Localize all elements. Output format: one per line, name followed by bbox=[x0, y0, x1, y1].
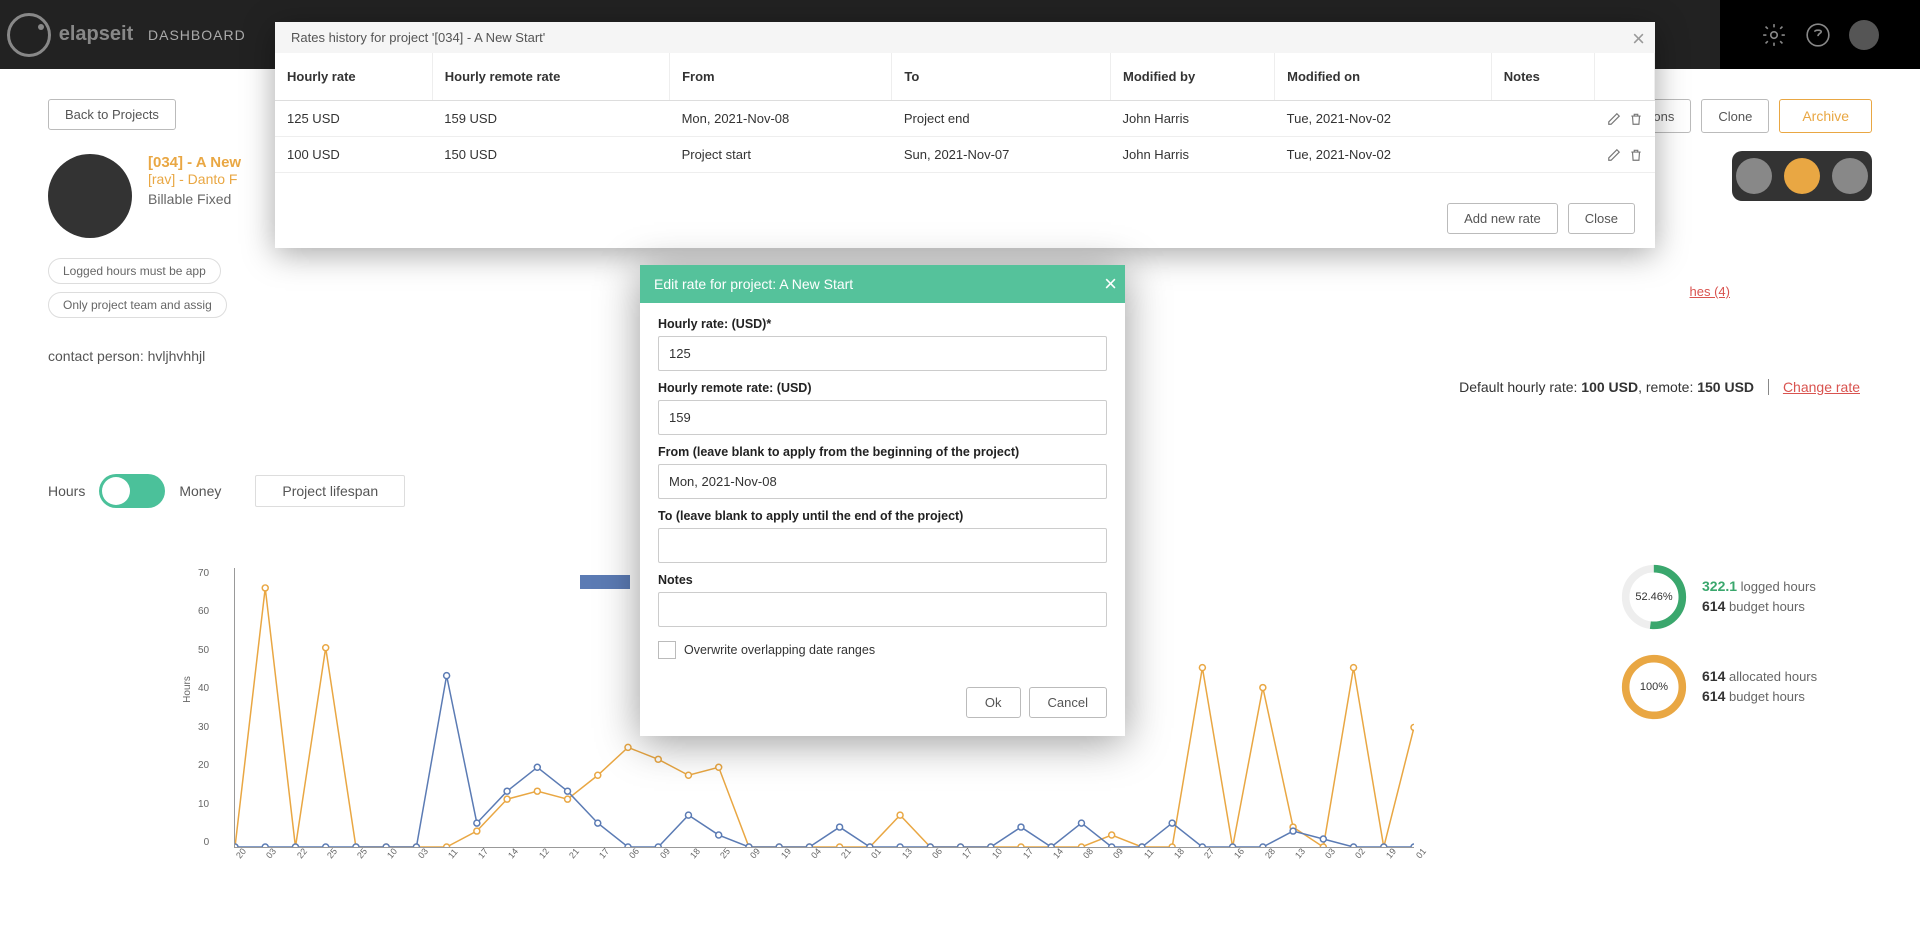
modal-footer: Ok Cancel bbox=[640, 673, 1125, 736]
hourly-label: Hourly rate: (USD)* bbox=[658, 317, 1107, 331]
from-input[interactable] bbox=[658, 464, 1107, 499]
notes-label: Notes bbox=[658, 573, 1107, 587]
modal-header: Edit rate for project: A New Start × bbox=[640, 265, 1125, 303]
overwrite-checkbox[interactable] bbox=[658, 641, 676, 659]
modal-overlay: Edit rate for project: A New Start × Hou… bbox=[0, 0, 1920, 944]
notes-input[interactable] bbox=[658, 592, 1107, 627]
cancel-button[interactable]: Cancel bbox=[1029, 687, 1107, 718]
overwrite-label: Overwrite overlapping date ranges bbox=[684, 643, 875, 657]
remote-label: Hourly remote rate: (USD) bbox=[658, 381, 1107, 395]
hourly-input[interactable] bbox=[658, 336, 1107, 371]
to-input[interactable] bbox=[658, 528, 1107, 563]
modal-body: Hourly rate: (USD)* Hourly remote rate: … bbox=[640, 303, 1125, 673]
from-label: From (leave blank to apply from the begi… bbox=[658, 445, 1107, 459]
ok-button[interactable]: Ok bbox=[966, 687, 1021, 718]
to-label: To (leave blank to apply until the end o… bbox=[658, 509, 1107, 523]
modal-title: Edit rate for project: A New Start bbox=[654, 276, 853, 292]
edit-rate-modal: Edit rate for project: A New Start × Hou… bbox=[640, 265, 1125, 736]
modal-close-icon[interactable]: × bbox=[1104, 271, 1117, 297]
overwrite-row[interactable]: Overwrite overlapping date ranges bbox=[658, 641, 1107, 659]
remote-input[interactable] bbox=[658, 400, 1107, 435]
